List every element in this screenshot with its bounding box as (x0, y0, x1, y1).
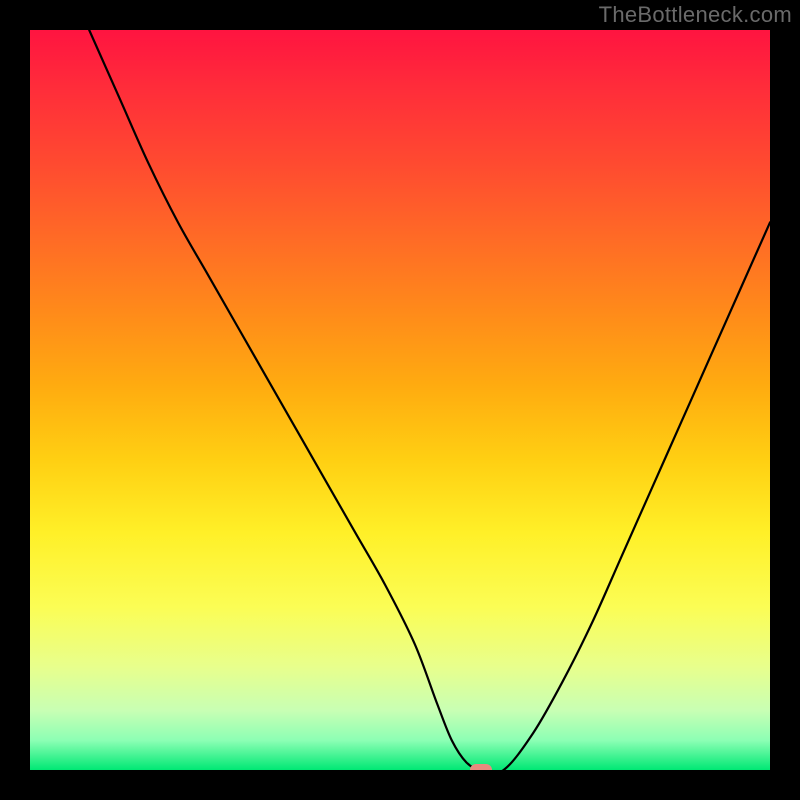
watermark-text: TheBottleneck.com (599, 2, 792, 28)
chart-frame: TheBottleneck.com (0, 0, 800, 800)
curve-svg (30, 30, 770, 770)
plot-area (30, 30, 770, 770)
optimum-marker (470, 764, 492, 770)
bottleneck-curve (89, 30, 770, 770)
